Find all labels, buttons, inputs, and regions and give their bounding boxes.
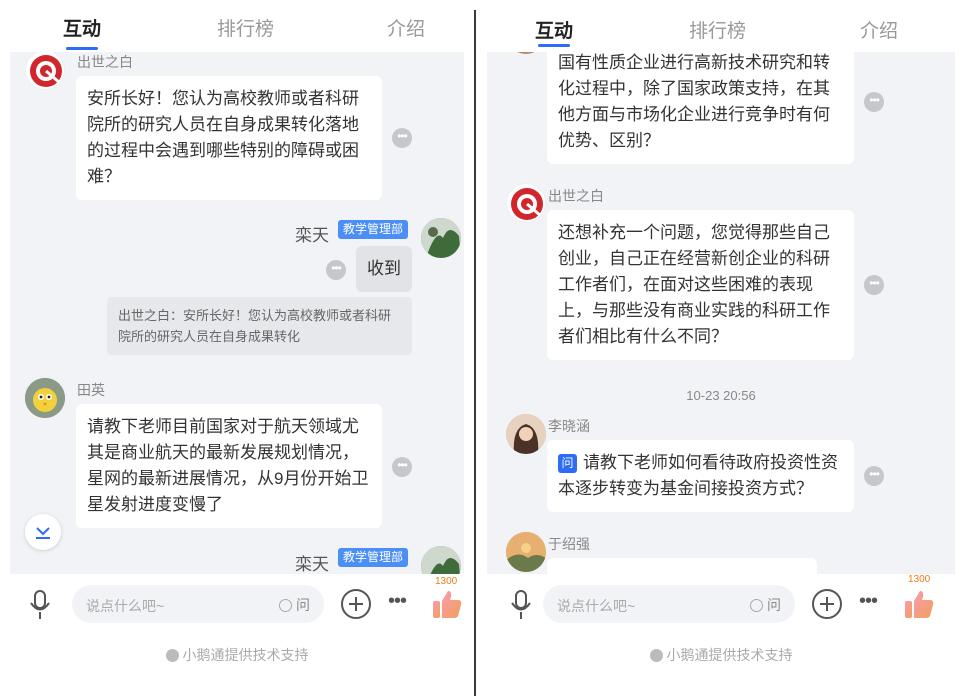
input-bar: 说点什么吧~ 问 ••• 1300 <box>10 574 464 634</box>
sender-name: 栾天 <box>295 226 329 245</box>
message-bubble[interactable]: 请教下老师目前国家对于航天领域尤其是商业航天的最新发展规划情况，星网的最新进展情… <box>76 404 382 528</box>
add-plus-icon[interactable] <box>811 588 843 620</box>
message-bubble[interactable] <box>547 558 817 574</box>
more-options-icon[interactable]: ••• <box>864 466 884 486</box>
chat-feed[interactable]: 出世之白 安所长好！您认为高校教师或者科研院所的研究人员在自身成果转化落地的过程… <box>10 52 464 574</box>
quoted-message[interactable]: 出世之白：安所长好！您认为高校教师或者科研院所的研究人员在自身成果转化 <box>107 297 412 355</box>
ask-question-toggle[interactable]: 问 <box>750 595 781 615</box>
plant-photo-icon <box>421 546 461 574</box>
message-bubble[interactable]: 国有性质企业进行高新技术研究和转化过程中，除了国家政策支持，在其他方面与市场化企… <box>547 50 854 164</box>
bird-cartoon-icon <box>25 378 65 418</box>
sender-name: 出世之白 <box>548 188 604 204</box>
more-options-icon[interactable]: ••• <box>864 92 884 112</box>
thumbs-up-icon[interactable] <box>903 588 935 620</box>
message-timestamp: 10-23 20:56 <box>686 388 756 403</box>
message-bubble[interactable]: 还想补充一个问题，您觉得那些自己创业，自己正在经营新创企业的科研工作者们，在面对… <box>547 210 854 360</box>
tab-intro[interactable]: 介绍 <box>387 14 425 41</box>
tab-bar: 互动 排行榜 介绍 <box>0 0 474 52</box>
tab-interaction[interactable]: 互动 <box>535 16 573 43</box>
chat-feed[interactable]: 国有性质企业进行高新技术研究和转化过程中，除了国家政策支持，在其他方面与市场化企… <box>487 50 955 574</box>
chevron-down-icon <box>36 527 50 539</box>
add-plus-icon[interactable] <box>340 588 372 620</box>
more-options-icon[interactable]: ••• <box>326 260 346 280</box>
like-count: 1300 <box>435 576 458 587</box>
tab-bar: 互动 排行榜 介绍 <box>477 0 965 52</box>
more-options-icon[interactable]: ••• <box>864 275 884 295</box>
sender-name: 李晓涵 <box>548 418 590 434</box>
sender-name: 栾天 <box>295 555 329 574</box>
message-bubble[interactable]: 安所长好！您认为高校教师或者科研院所的研究人员在自身成果转化落地的过程中会遇到哪… <box>76 76 382 200</box>
avatar[interactable] <box>506 414 546 454</box>
sender-name: 田英 <box>77 382 105 398</box>
sender-name: 出世之白 <box>77 54 133 70</box>
tab-ranking[interactable]: 排行榜 <box>217 14 274 41</box>
message-bubble[interactable]: 收到 <box>356 246 412 292</box>
ask-question-toggle[interactable]: 问 <box>279 595 310 615</box>
left-panel: 互动 排行榜 介绍 出世之白 安所长好！您认为高校教师或者科研院所的研究人员在自… <box>0 0 474 696</box>
panel-divider <box>474 10 476 696</box>
avatar[interactable] <box>506 183 546 223</box>
radio-circle-icon <box>750 599 763 612</box>
like-count: 1300 <box>908 574 931 585</box>
question-bubble[interactable]: 问请教下老师如何看待政府投资性资本逐步转变为基金间接投资方式？ <box>547 440 854 512</box>
spiral-logo-icon <box>511 188 543 220</box>
radio-circle-icon <box>279 599 292 612</box>
microphone-icon[interactable] <box>511 590 531 620</box>
more-options-icon[interactable]: ••• <box>392 457 412 477</box>
plant-photo-icon <box>421 218 461 258</box>
input-placeholder: 说点什么吧~ <box>557 598 636 614</box>
question-tag: 问 <box>558 454 577 473</box>
person-photo-icon <box>506 414 546 454</box>
spiral-logo-icon <box>30 55 62 87</box>
tab-ranking[interactable]: 排行榜 <box>689 16 746 43</box>
avatar[interactable] <box>506 532 546 572</box>
thumbs-up-icon[interactable] <box>431 588 463 620</box>
sunset-photo-icon <box>506 532 546 572</box>
more-menu-icon[interactable]: ••• <box>859 590 878 613</box>
tab-active-indicator <box>66 47 98 50</box>
scroll-to-bottom-button[interactable] <box>25 514 61 550</box>
brand-logo-icon <box>649 649 663 662</box>
sender-name: 于绍强 <box>548 536 590 552</box>
tab-interaction[interactable]: 互动 <box>63 14 101 41</box>
tab-intro[interactable]: 介绍 <box>860 16 898 43</box>
avatar[interactable] <box>25 52 65 90</box>
brand-logo-icon <box>165 649 179 662</box>
powered-by-footer: 小鹅通提供技术支持 <box>0 645 474 665</box>
powered-by-footer: 小鹅通提供技术支持 <box>477 645 965 665</box>
avatar[interactable] <box>421 218 461 258</box>
right-panel: 互动 排行榜 介绍 国有性质企业进行高新技术研究和转化过程中，除了国家政策支持，… <box>477 0 965 696</box>
more-menu-icon[interactable]: ••• <box>388 590 407 613</box>
role-badge: 教学管理部 <box>338 548 409 567</box>
comment-input[interactable]: 说点什么吧~ 问 <box>72 585 324 623</box>
microphone-icon[interactable] <box>30 590 50 620</box>
more-options-icon[interactable]: ••• <box>392 128 412 148</box>
input-placeholder: 说点什么吧~ <box>86 598 165 614</box>
comment-input[interactable]: 说点什么吧~ 问 <box>543 585 795 623</box>
role-badge: 教学管理部 <box>338 220 409 239</box>
avatar[interactable] <box>421 546 461 574</box>
avatar[interactable] <box>25 378 65 418</box>
input-bar: 说点什么吧~ 问 ••• 1300 <box>487 574 955 634</box>
tab-active-indicator <box>538 44 570 47</box>
